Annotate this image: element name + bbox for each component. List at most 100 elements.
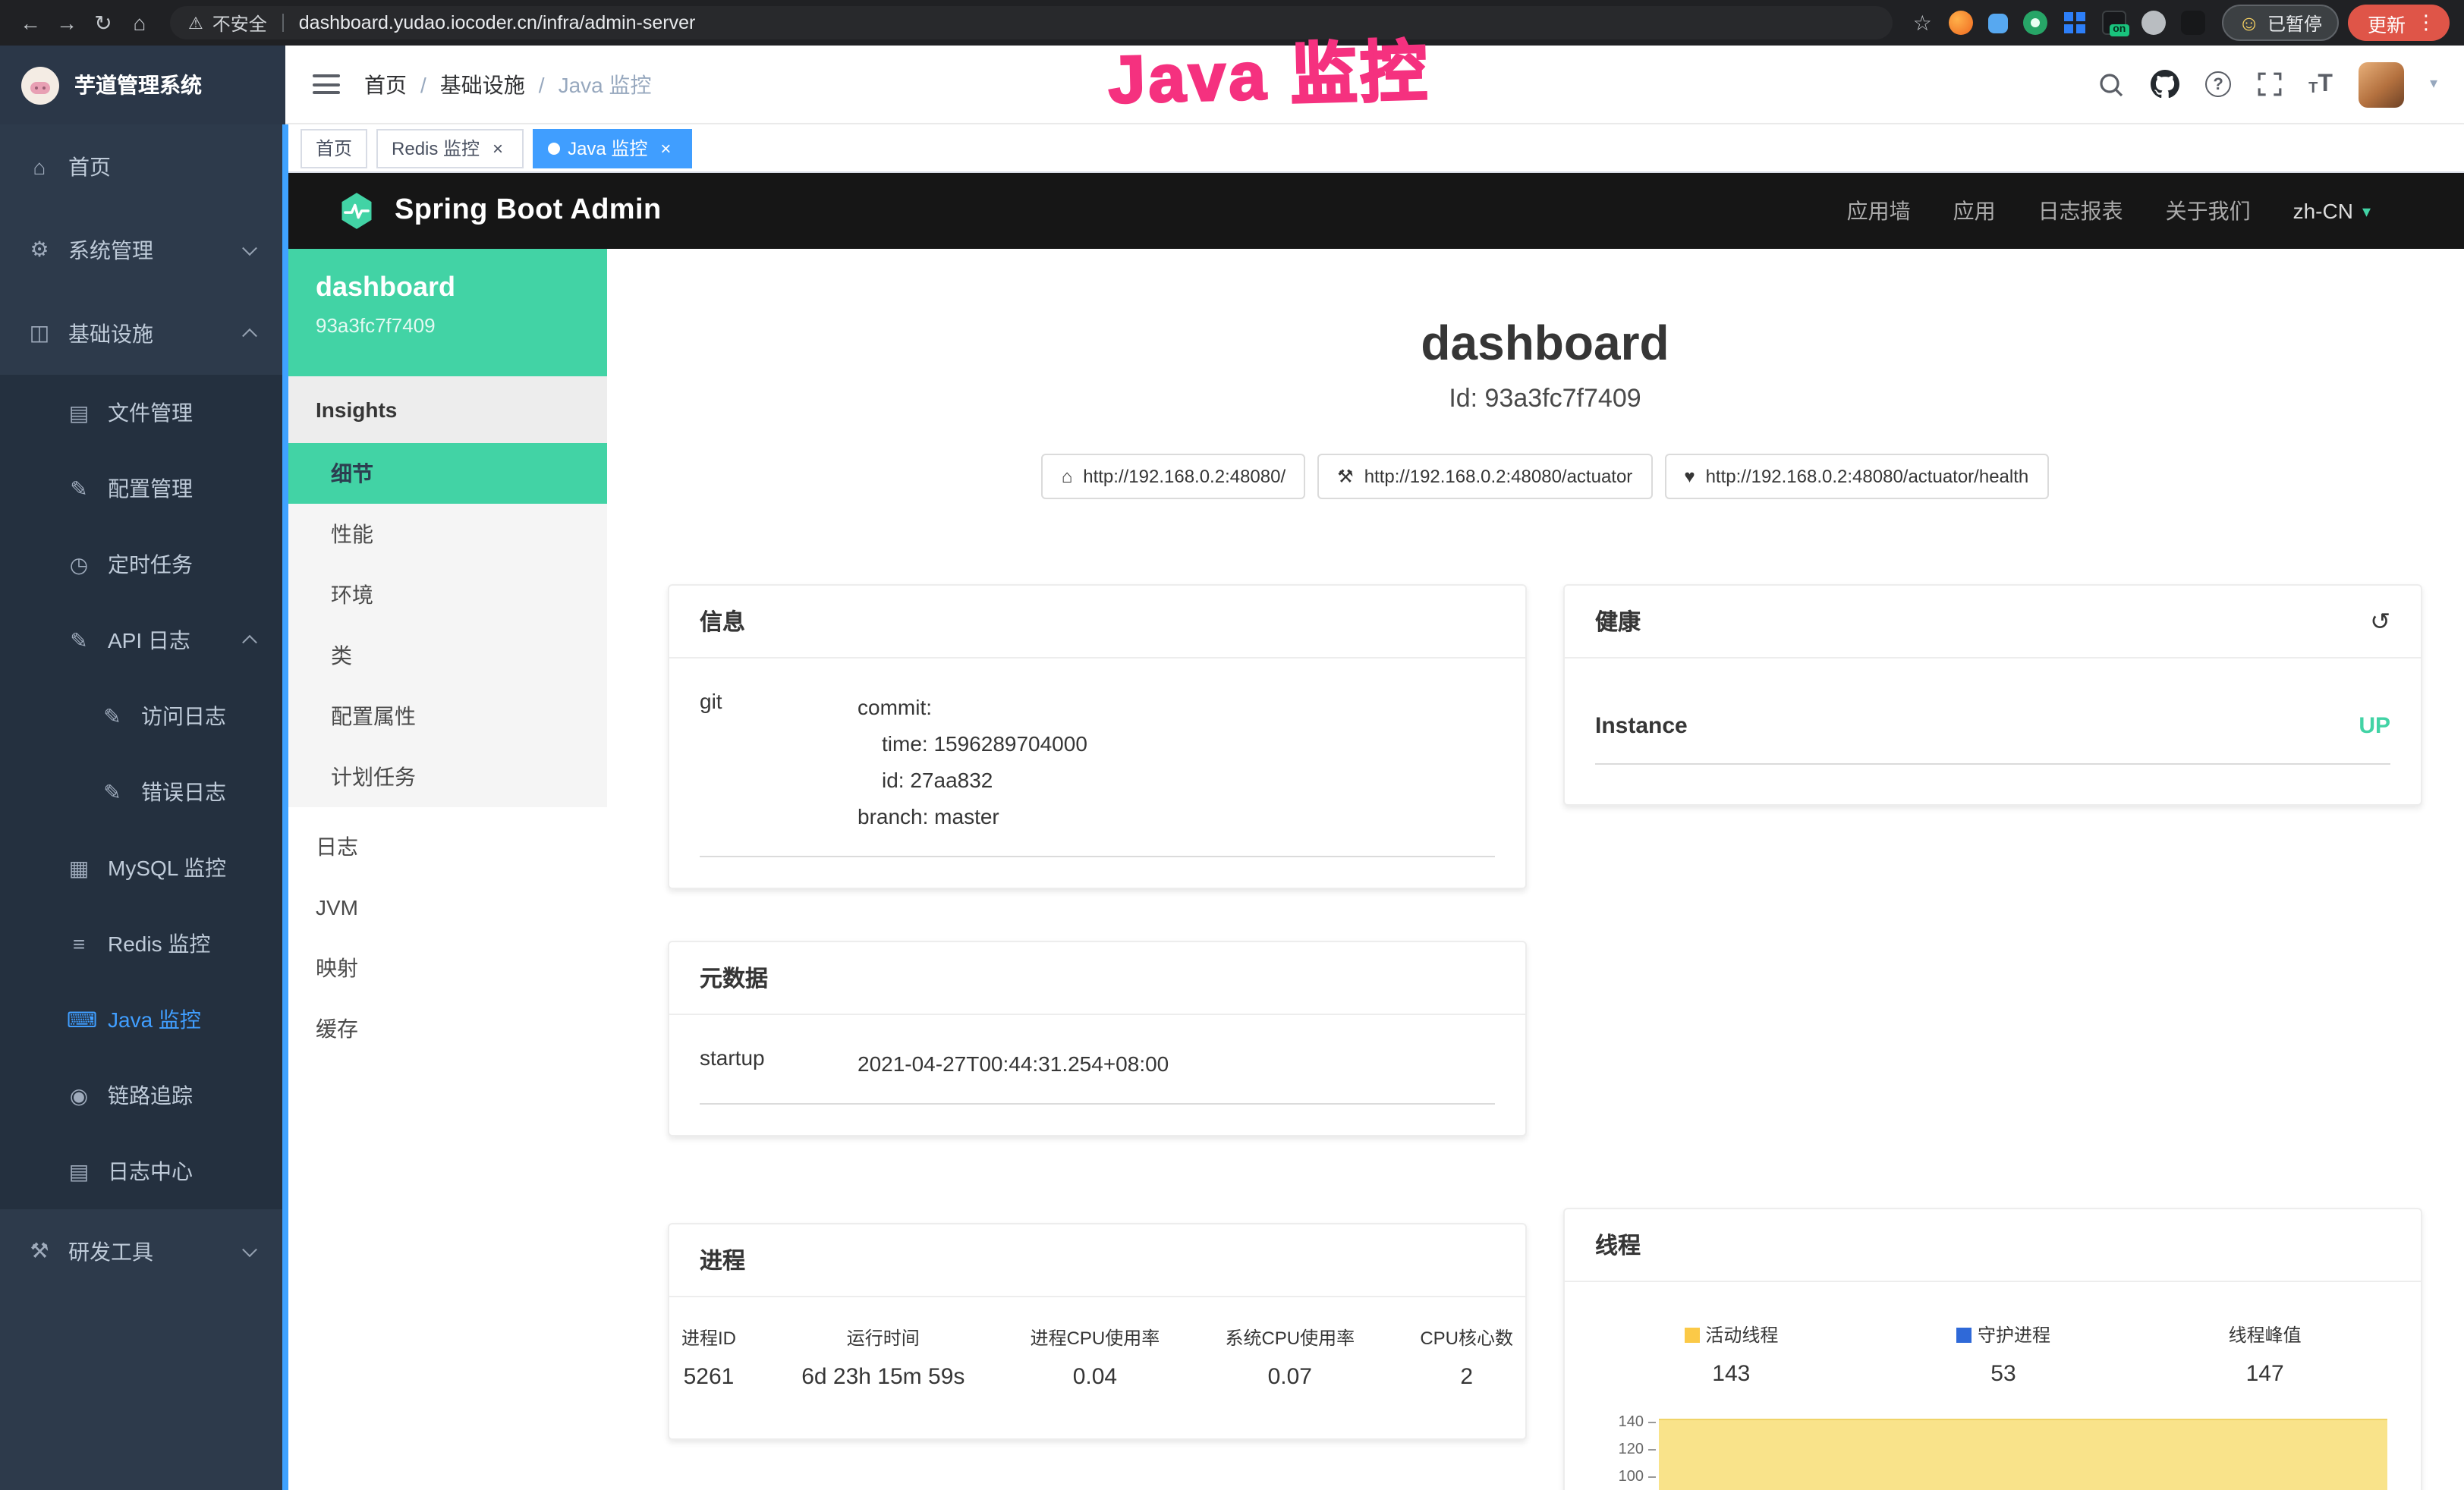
pencil-icon: ✎ <box>67 476 91 501</box>
gear-icon: ⚙ <box>27 237 52 262</box>
legend-label: 活动线程 <box>1705 1325 1778 1346</box>
close-tab-icon[interactable]: × <box>655 137 676 159</box>
reload-icon[interactable]: ↻ <box>85 0 121 46</box>
metric-daemon-threads: 守护进程 53 <box>1956 1322 2050 1387</box>
monitor-icon: ◫ <box>27 320 52 346</box>
sba-item-scheduled-tasks[interactable]: 计划任务 <box>285 747 607 807</box>
history-icon[interactable]: ↺ <box>2370 606 2390 637</box>
fullscreen-icon[interactable] <box>2257 71 2283 97</box>
url-text[interactable]: dashboard.yudao.iocoder.cn/infra/admin-s… <box>299 12 696 33</box>
threads-chart: 140 120 100 <box>1595 1411 2390 1490</box>
breadcrumb-home[interactable]: 首页 <box>364 69 407 99</box>
chrome-update-button[interactable]: 更新 ⋮ <box>2348 5 2450 41</box>
bookmark-star-icon[interactable]: ☆ <box>1904 0 1940 46</box>
sba-item-jvm[interactable]: JVM <box>285 877 607 938</box>
extension-icon-3[interactable] <box>2022 11 2047 35</box>
locale-selector[interactable]: zh-CN ▾ <box>2293 199 2371 223</box>
help-icon[interactable]: ? <box>2205 71 2231 97</box>
sidebar-item-config-management[interactable]: ✎ 配置管理 <box>0 451 285 527</box>
app-logo-row[interactable]: 芋道管理系统 <box>0 46 285 124</box>
sidebar-item-access-logs[interactable]: ✎ 访问日志 <box>0 678 285 754</box>
sba-nav-applications[interactable]: 应用 <box>1953 196 1996 226</box>
search-icon[interactable] <box>2097 71 2125 98</box>
sidebar-item-file-management[interactable]: ▤ 文件管理 <box>0 375 285 451</box>
home-icon[interactable]: ⌂ <box>121 0 158 46</box>
info-card-title: 信息 <box>700 605 745 637</box>
locale-label: zh-CN <box>2293 199 2353 223</box>
header-actions: ? TT ▾ <box>2097 61 2437 107</box>
sba-item-logs[interactable]: 日志 <box>285 816 607 877</box>
back-icon[interactable]: ← <box>12 0 49 46</box>
main-area: 首页 / 基础设施 / Java 监控 ? TT <box>285 46 2464 1490</box>
warning-icon: ⚠ <box>188 13 203 33</box>
instance-name: dashboard <box>316 272 577 303</box>
edit-log-icon: ✎ <box>100 703 124 729</box>
actuator-url-button[interactable]: ⚒ http://192.168.0.2:48080/actuator <box>1317 454 1652 499</box>
font-size-icon[interactable]: TT <box>2308 72 2333 96</box>
health-instance-row[interactable]: Instance UP <box>1595 677 2390 765</box>
sidebar-item-scheduled-jobs[interactable]: ◷ 定时任务 <box>0 527 285 602</box>
security-label[interactable]: 不安全 <box>212 10 267 36</box>
sba-item-mappings[interactable]: 映射 <box>285 938 607 998</box>
profile-paused-badge[interactable]: ☺ 已暂停 <box>2221 5 2339 41</box>
metadata-card-header: 元数据 <box>669 942 1525 1015</box>
grid-icon: ▦ <box>67 855 91 881</box>
extension-icon-7[interactable] <box>2180 11 2204 35</box>
sba-nav-wallboard[interactable]: 应用墙 <box>1847 196 1911 226</box>
sba-nav-journal[interactable]: 日志报表 <box>2038 196 2123 226</box>
extension-icon-4[interactable] <box>2062 11 2086 35</box>
sidebar-item-error-logs[interactable]: ✎ 错误日志 <box>0 754 285 830</box>
sidebar-accent-divider <box>282 124 288 1490</box>
sba-item-config-props[interactable]: 配置属性 <box>285 686 607 747</box>
user-avatar[interactable] <box>2359 61 2404 107</box>
chrome-menu-icon[interactable]: ⋮ <box>2412 5 2440 41</box>
sidebar-item-redis-monitor[interactable]: ≡ Redis 监控 <box>0 906 285 982</box>
metric-uptime: 运行时间 6d 23h 15m 59s <box>801 1325 965 1390</box>
sidebar-item-home[interactable]: ⌂ 首页 <box>0 124 285 208</box>
breadcrumb-infrastructure[interactable]: 基础设施 <box>440 69 525 99</box>
metadata-card: 元数据 startup 2021-04-27T00:44:31.254+08:0… <box>668 941 1527 1136</box>
sba-nav-about[interactable]: 关于我们 <box>2166 196 2251 226</box>
service-url-button[interactable]: ⌂ http://192.168.0.2:48080/ <box>1042 454 1305 499</box>
metric-label: CPU核心数 <box>1420 1325 1513 1350</box>
threads-card-title: 线程 <box>1595 1229 1641 1261</box>
sba-item-environment[interactable]: 环境 <box>285 564 607 625</box>
small-t: T <box>2308 81 2318 96</box>
avatar-caret-icon[interactable]: ▾ <box>2430 76 2437 93</box>
sba-item-classes[interactable]: 类 <box>285 625 607 686</box>
metric-label: 活动线程 <box>1684 1322 1778 1347</box>
extension-icon-5[interactable]: on <box>2101 11 2126 35</box>
sidebar-item-system-management[interactable]: ⚙ 系统管理 <box>0 208 285 291</box>
page-title: dashboard <box>668 316 2422 372</box>
y-axis-tick: 120 <box>1595 1438 1656 1460</box>
sba-item-details[interactable]: 细节 <box>285 443 607 504</box>
tab-home[interactable]: 首页 <box>301 128 367 168</box>
instance-header[interactable]: dashboard 93a3fc7f7409 <box>285 249 607 376</box>
sidebar-item-api-logs[interactable]: ✎ API 日志 <box>0 602 285 678</box>
tab-redis-monitor[interactable]: Redis 监控 × <box>376 128 524 168</box>
sidebar-item-dev-tools[interactable]: ⚒ 研发工具 <box>0 1209 285 1293</box>
address-bar[interactable]: ⚠ 不安全 dashboard.yudao.iocoder.cn/infra/a… <box>170 6 1892 39</box>
github-icon[interactable] <box>2151 70 2179 99</box>
spring-boot-admin: Spring Boot Admin 应用墙 应用 日志报表 关于我们 zh-CN… <box>285 173 2464 1490</box>
database-icon: ≡ <box>67 932 91 956</box>
extension-icon-6[interactable] <box>2141 11 2165 35</box>
heart-icon: ♥ <box>1684 466 1695 487</box>
sidebar-item-mysql-monitor[interactable]: ▦ MySQL 监控 <box>0 830 285 906</box>
sidebar-item-trace[interactable]: ◉ 链路追踪 <box>0 1058 285 1133</box>
health-url-button[interactable]: ♥ http://192.168.0.2:48080/actuator/heal… <box>1664 454 2048 499</box>
close-tab-icon[interactable]: × <box>487 137 508 159</box>
sidebar-item-infrastructure[interactable]: ◫ 基础设施 <box>0 291 285 375</box>
tab-java-monitor[interactable]: Java 监控 × <box>533 128 691 168</box>
sidebar-item-label: 访问日志 <box>141 701 226 731</box>
sidebar-item-log-center[interactable]: ▤ 日志中心 <box>0 1133 285 1209</box>
hamburger-icon[interactable] <box>313 74 340 94</box>
extension-icon-2[interactable] <box>1987 13 2007 33</box>
sidebar-item-java-monitor[interactable]: ⌨ Java 监控 <box>0 982 285 1058</box>
extension-icon-1[interactable] <box>1948 11 1972 35</box>
update-label: 更新 <box>2368 8 2406 37</box>
sba-nav: 应用墙 应用 日志报表 关于我们 zh-CN ▾ <box>1847 196 2371 226</box>
sba-item-metrics[interactable]: 性能 <box>285 504 607 564</box>
forward-icon[interactable]: → <box>49 0 85 46</box>
sba-item-caches[interactable]: 缓存 <box>285 998 607 1059</box>
